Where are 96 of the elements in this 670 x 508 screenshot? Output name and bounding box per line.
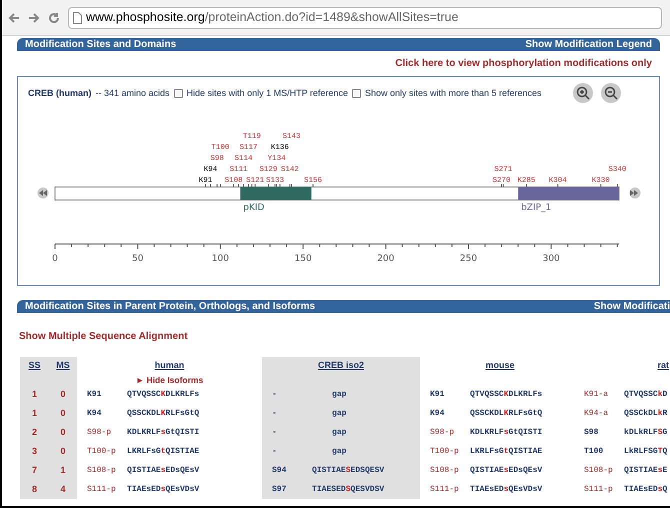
url-text: www.phosphosite.org/proteinAction.do?id=1489&showAllSites=true [86,9,458,26]
axis-label: 200 [377,254,394,264]
sequence-cell: QISTIAEsEDsQEsV [470,464,542,476]
sequence-cell: QSSCKDLKRLFsGtQ [470,408,542,420]
sequence-cell-text: gap [331,388,346,400]
site-cell-text: K94 [87,408,102,420]
sequence-cell: QSSCKDLKRLFsGtQ [127,408,200,420]
axis-label: 250 [460,254,478,264]
site-cell-text: - [272,446,278,458]
sequence-cell: KDLKRLFsGtQISTI [127,426,200,438]
axis-label: 150 [294,254,312,264]
sequence-cell: KDLKRLFsGtQISTI [470,426,542,438]
legend-link[interactable]: Show Modificati [594,300,670,313]
site-cell-text: K94 [430,408,446,420]
axis-label: 0 [52,254,58,264]
site-cell-text: S108-p [87,464,117,476]
sequence-cell: QISTIAESEDSQESV [312,464,384,476]
reload-icon[interactable] [48,12,60,24]
checkbox-label: Hide sites with only 1 MS/HTP reference [186,87,348,100]
checkbox-label: Show only sites with more than 5 references [364,87,542,100]
forward-icon[interactable] [28,12,40,24]
table-cell-text: 3 [32,444,37,458]
panel-title: Modification Sites in Parent Protein, Orthologs, and Isoforms [25,300,316,313]
table-cell-text: 7 [32,464,37,477]
checkbox[interactable] [174,89,183,98]
sequence-cell: TIAEsEDsQEsVDsV [470,484,542,496]
sequence-cell: LkRLFSGTQ [624,446,668,458]
sequence-cell: kDLkRLFSG [624,426,668,438]
sequence-cell: TIAEsEDsQEsVDsV [127,484,200,496]
protein-name: CREB (human) [28,87,92,100]
sequence-cell-text: gap [331,408,346,420]
site-cell-text: - [272,408,278,420]
table-cell-text: 0 [60,388,66,401]
site-cell-text: - [272,388,278,400]
site-cell-text: K91-a [584,388,610,400]
legend-link[interactable]: Show Modification Legend [525,37,652,52]
site-cell-text: S97 [272,484,288,496]
site-cell-text: S108-p [584,464,614,476]
table-cell-text: 4 [60,482,66,496]
column-header[interactable]: human [154,359,184,372]
sequence-cell: QSSCkDLkR [624,408,668,420]
zoom-in-icon[interactable] [573,83,593,103]
sequence-cell-text: gap [331,426,346,438]
table-cell-text: 8 [32,482,37,496]
sequence-cell-text: gap [331,446,346,458]
address-field[interactable]: www.phosphosite.org/proteinAction.do?id=1489&showAllSites=true [68,6,662,28]
site-cell-text: S98-p [87,426,112,438]
sequence-cell: QTVQSSCkD [624,388,668,400]
column-header[interactable]: CREB iso2 [318,359,364,372]
domain-label: bZIP_1 [521,203,552,213]
sequence-cell: LKRLFsGtQISTIAE [470,446,542,458]
site-cell-text: S111-p [87,484,117,496]
sequence-cell: QTVQSSCKDLKRLFs [127,388,200,400]
axis-label: 100 [212,254,229,264]
protein-length: -- 341 amino acids [96,87,170,100]
site-cell-text: T100-p [430,446,460,458]
table-cell-text: 0 [60,426,66,439]
sequence-cell: QISTIAEsEDsQEsV [127,464,200,476]
site-cell-text: K91 [87,388,102,400]
column-header[interactable]: rat [657,359,669,372]
scroll-right-icon[interactable] [630,188,640,198]
back-icon[interactable] [8,12,20,24]
site-cell-text: T100-p [87,446,117,458]
site-cell-text: K91 [430,388,446,400]
checkbox[interactable] [352,89,361,98]
site-cell-text: S111-p [584,484,614,496]
site-cell-text: S94 [272,464,288,476]
sequence-cell: QISTIAEsE [624,464,668,476]
site-cell-text: K94-a [584,408,610,420]
phospho-filter-link[interactable]: Click here to view phosphorylation modifications only [395,56,652,71]
site-cell-text: S98 [584,426,600,438]
page-icon [73,12,82,24]
table-cell-text: 2 [32,426,37,439]
site-cell-text: T100 [584,446,604,458]
table-cell-text: 0 [60,444,66,458]
hide-isoforms-link[interactable]: ► Hide Isoforms [136,374,204,386]
sequence-cell: QTVQSSCKDLKRLFs [470,388,542,400]
sequence-cell: TIAEsEDsQ [624,484,668,496]
panel-title: Modification Sites and Domains [25,38,176,52]
column-header[interactable]: mouse [485,359,514,372]
table-cell-text: 0 [60,406,66,420]
table-cell-text: 1 [60,464,66,477]
zoom-out-icon[interactable] [601,83,621,103]
axis-label: 50 [132,254,144,264]
table-cell-text: 1 [32,406,37,420]
site-cell-text: - [272,426,278,438]
site-cell-text: S108-p [430,464,460,476]
alignment-link[interactable]: Show Multiple Sequence Alignment [19,331,188,342]
sequence-cell: LKRLFsGtQISTIAE [127,446,200,458]
scroll-left-icon[interactable] [38,188,48,198]
site-cell-text: S111-p [430,484,460,496]
site-cell-text: S98-p [430,426,456,438]
sequence-cell: TIAESEDSQESVDSV [312,484,384,496]
axis-label: 300 [542,254,560,264]
table-cell-text: 1 [32,388,37,401]
domain-label: pKID [243,203,264,213]
